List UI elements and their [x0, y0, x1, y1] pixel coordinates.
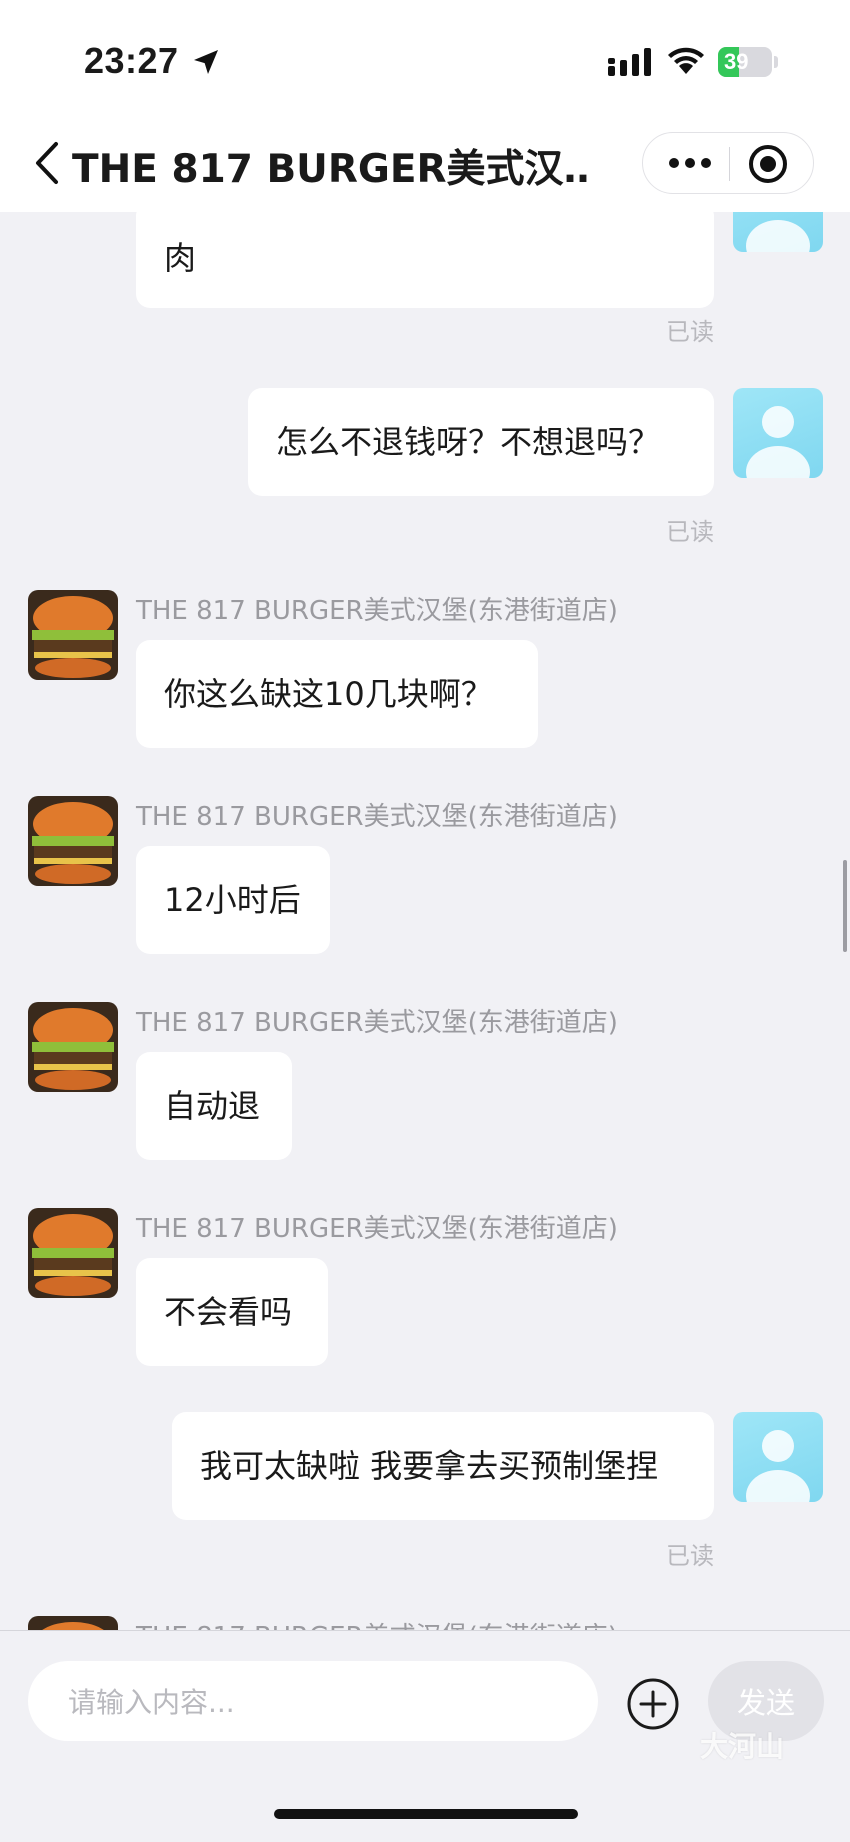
scrollbar-thumb[interactable] [843, 860, 847, 952]
message-bubble-shop[interactable]: 不会看吗 [136, 1258, 328, 1366]
message-text: 你这么缺这10几块啊？ [164, 675, 493, 713]
burger-photo-icon [28, 796, 118, 886]
burger-photo-icon [28, 1002, 118, 1092]
message-text: 不会看吗 [164, 1293, 293, 1331]
capsule-divider [729, 147, 730, 181]
cellular-signal-icon [608, 48, 651, 76]
message-bubble-shop[interactable]: 肉 [136, 212, 714, 308]
battery-nub [774, 56, 778, 68]
user-silhouette-icon [746, 406, 810, 478]
watermark-logo: 大河山 [700, 1730, 785, 1763]
battery-percent: 39 [724, 49, 749, 74]
close-target-icon[interactable] [747, 143, 789, 185]
location-arrow-icon [194, 50, 218, 74]
message-bubble-user[interactable]: 我可太缺啦 我要拿去买预制堡捏 [172, 1412, 714, 1520]
message-input[interactable]: 请输入内容... [28, 1661, 598, 1741]
battery-icon: 39 [718, 47, 772, 77]
shop-avatar[interactable] [28, 1208, 118, 1298]
chat-area[interactable]: 肉 已读 怎么不退钱呀？不想退吗？ 已读 THE 817 BURGER美式汉堡(… [0, 212, 850, 1630]
message-bubble-shop[interactable]: 自动退 [136, 1052, 292, 1160]
mini-program-capsule [642, 132, 814, 194]
read-receipt: 已读 [666, 318, 714, 346]
user-silhouette-icon [746, 220, 810, 252]
message-bubble-shop[interactable]: 12小时后 [136, 846, 330, 954]
message-text: 怎么不退钱呀？不想退吗？ [276, 423, 661, 461]
message-bubble-user[interactable]: 怎么不退钱呀？不想退吗？ [248, 388, 714, 496]
message-text: 自动退 [164, 1087, 261, 1125]
sender-name: THE 817 BURGER美式汉堡(东港街道店) [136, 802, 618, 832]
message-text: 肉 [164, 239, 197, 277]
user-avatar[interactable] [733, 388, 823, 478]
burger-photo-icon [28, 590, 118, 680]
sender-name: THE 817 BURGER美式汉堡(东港街道店) [136, 1008, 618, 1038]
sender-name: THE 817 BURGER美式汉堡(东港街道店) [136, 596, 618, 626]
input-bar: 请输入内容... 发送 大河山 [0, 1630, 850, 1842]
user-avatar[interactable] [733, 1412, 823, 1502]
status-time: 23:27 [84, 40, 179, 81]
user-avatar[interactable] [733, 212, 823, 252]
burger-photo-icon [28, 1208, 118, 1298]
user-silhouette-icon [746, 1430, 810, 1502]
top-bar: 23:27 39 THE 817 BURGER美式汉… [0, 0, 850, 212]
read-receipt: 已读 [666, 1542, 714, 1570]
message-text: 12小时后 [164, 881, 301, 919]
sender-name: THE 817 BURGER美式汉堡(东港街道店) [136, 1214, 618, 1244]
shop-avatar[interactable] [28, 1002, 118, 1092]
shop-avatar[interactable] [28, 590, 118, 680]
shop-avatar[interactable] [28, 1616, 118, 1630]
page-title: THE 817 BURGER美式汉… [72, 147, 592, 192]
message-bubble-shop[interactable]: 你这么缺这10几块啊？ [136, 640, 538, 748]
shop-avatar[interactable] [28, 796, 118, 886]
sender-name: THE 817 BURGER美式汉堡(东港街道店) [136, 1616, 618, 1630]
more-dots-icon[interactable] [667, 153, 713, 173]
back-chevron-icon[interactable] [30, 140, 66, 186]
message-text: 我可太缺啦 我要拿去买预制堡捏 [200, 1447, 659, 1485]
wifi-icon [668, 47, 704, 74]
burger-photo-icon [28, 1616, 118, 1630]
home-indicator [274, 1809, 578, 1819]
add-plus-icon[interactable] [626, 1677, 680, 1731]
read-receipt: 已读 [666, 518, 714, 546]
